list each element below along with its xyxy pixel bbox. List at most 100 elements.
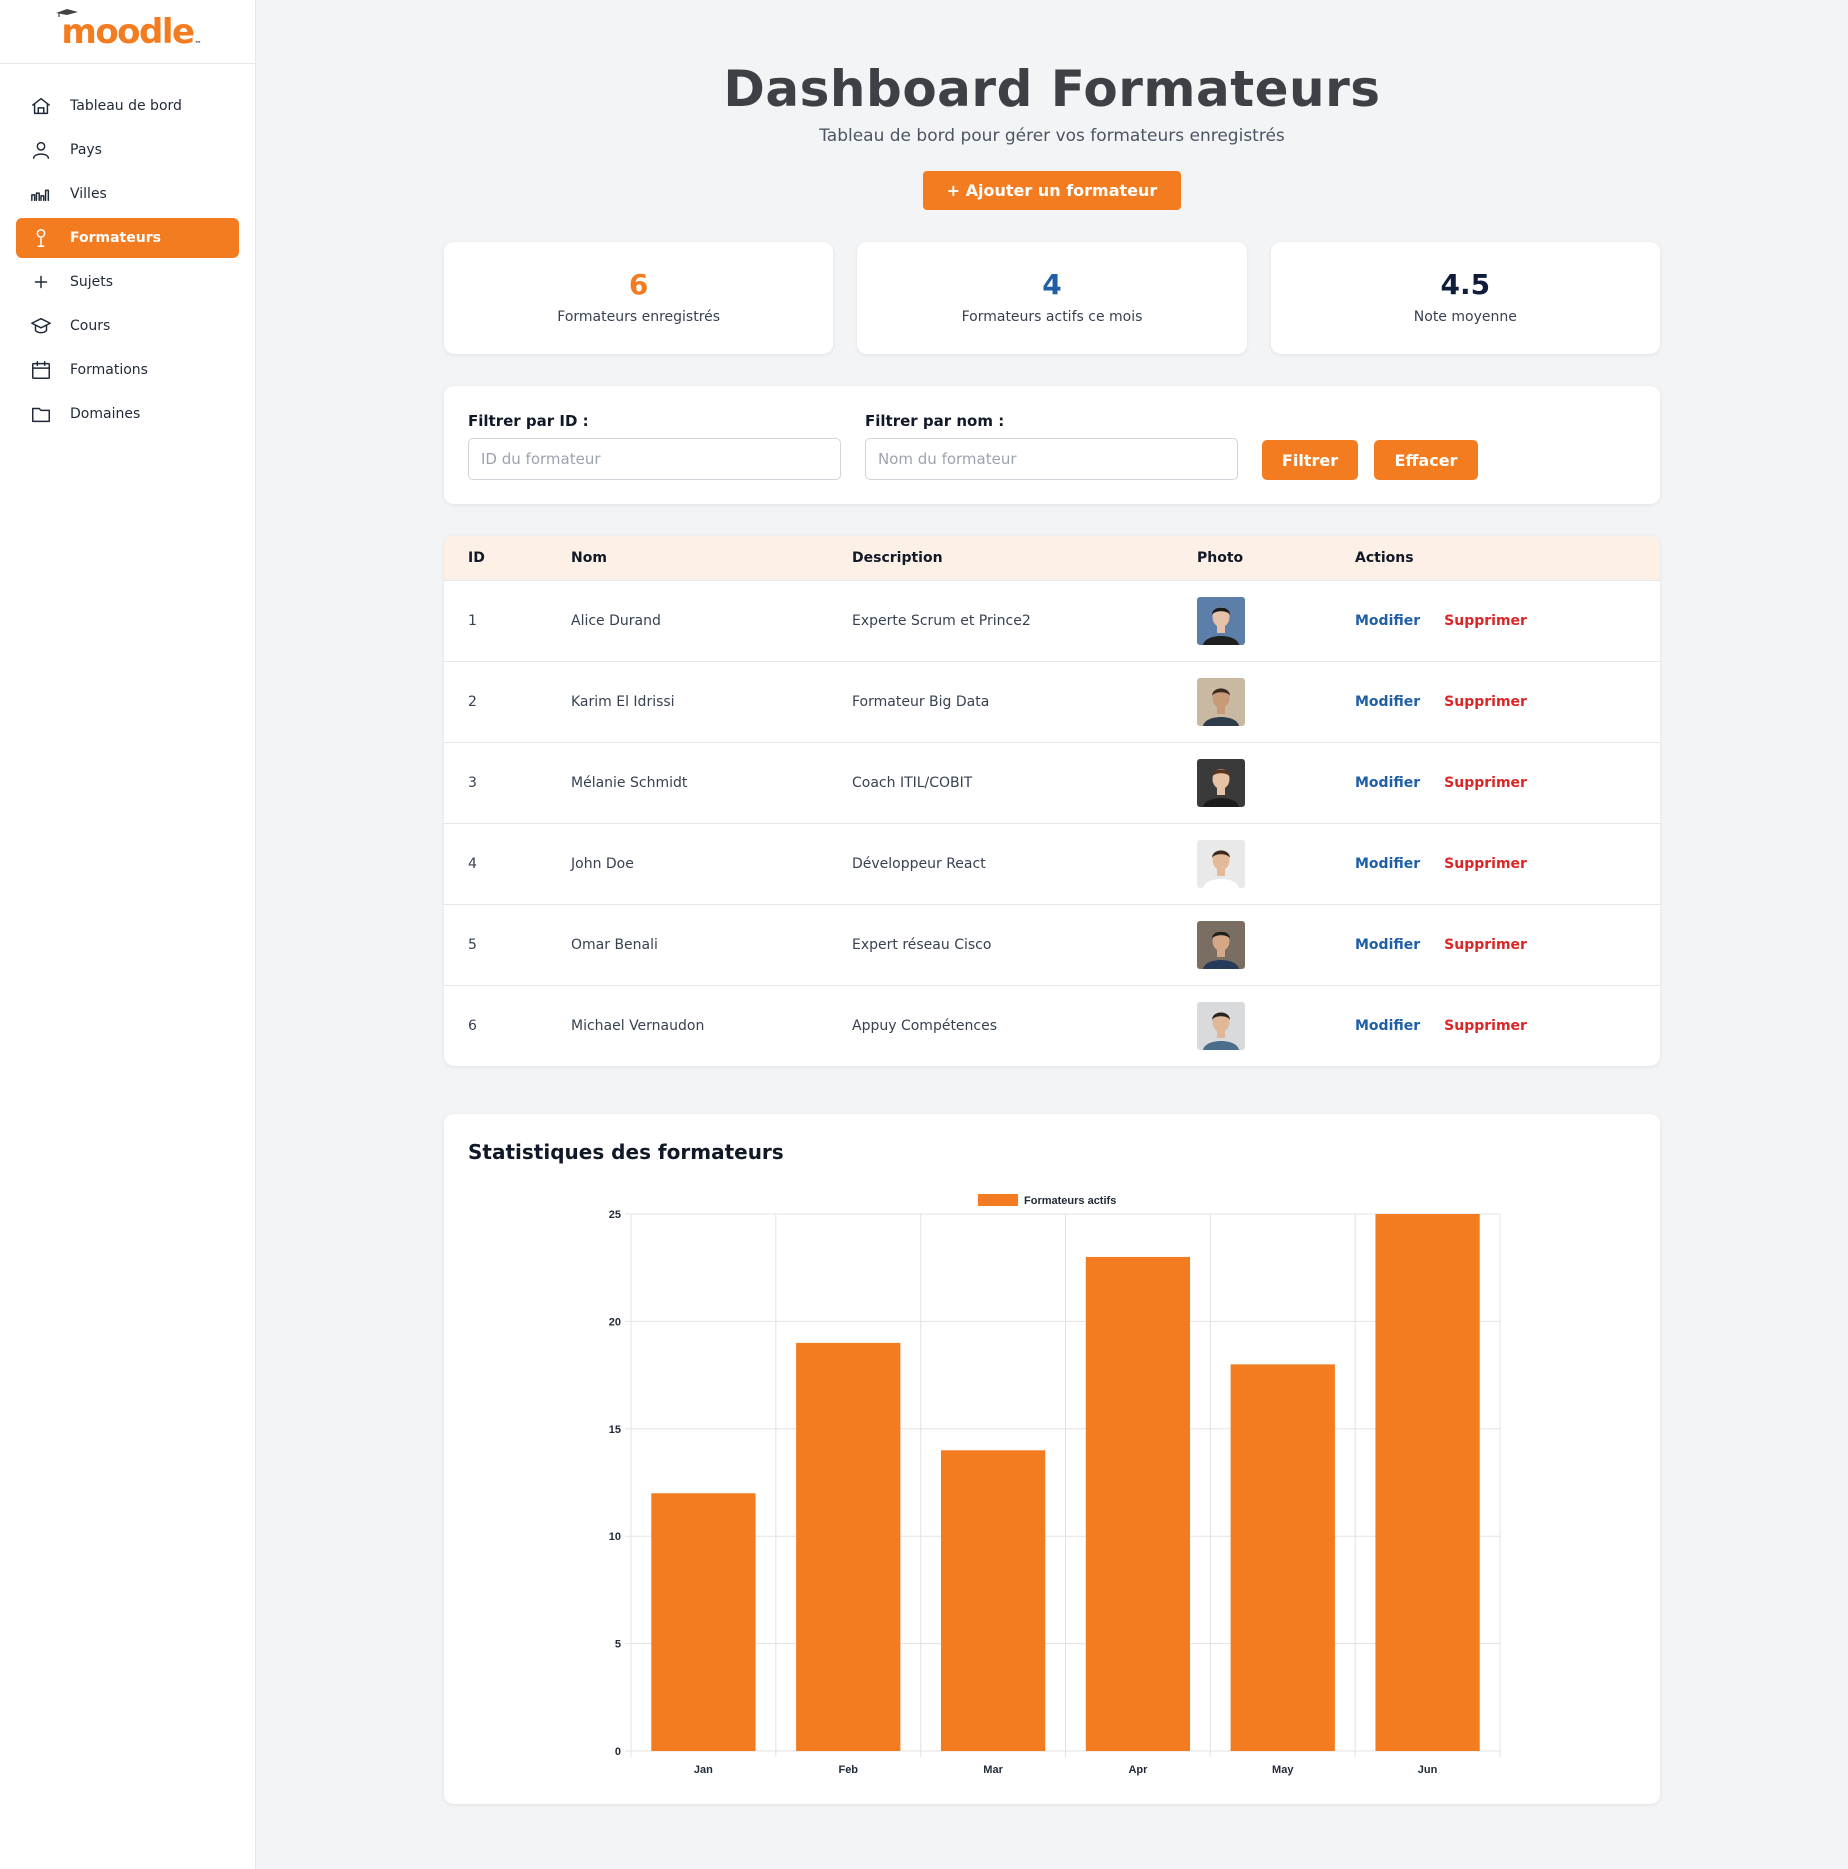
edit-link[interactable]: Modifier — [1355, 1018, 1420, 1034]
graduation-icon — [30, 315, 52, 337]
column-header-actions: Actions — [1355, 536, 1660, 581]
avatar — [1197, 920, 1245, 969]
sidebar-item-label: Domaines — [70, 406, 141, 422]
sidebar-item-formations[interactable]: Formations — [16, 350, 239, 390]
x-tick-label: Mar — [983, 1764, 1003, 1776]
edit-link[interactable]: Modifier — [1355, 694, 1420, 710]
x-tick-label: Jun — [1418, 1764, 1438, 1776]
user-icon — [30, 139, 52, 161]
x-tick-label: May — [1272, 1764, 1294, 1776]
table-row: 4 John Doe Développeur React Modifier Suppri… — [444, 823, 1660, 905]
cell-actions: Modifier Supprimer — [1355, 985, 1660, 1066]
sidebar-item-cours[interactable]: Cours — [16, 306, 239, 346]
cell-id: 3 — [444, 742, 571, 824]
legend-label: Formateurs actifs — [1024, 1195, 1116, 1207]
calendar-icon — [30, 359, 52, 381]
sidebar-item-domaines[interactable]: Domaines — [16, 394, 239, 434]
filter-id-input[interactable] — [468, 438, 841, 480]
stat-value: 4.5 — [1440, 268, 1491, 301]
delete-link[interactable]: Supprimer — [1444, 856, 1527, 872]
cell-description: Experte Scrum et Prince2 — [852, 580, 1197, 662]
graduation-cap-icon — [56, 8, 79, 17]
sidebar-item-tableau-de-bord[interactable]: Tableau de bord — [16, 86, 239, 126]
cell-photo — [1197, 823, 1355, 905]
column-header-id: ID — [444, 536, 571, 581]
filter-name-input[interactable] — [865, 438, 1238, 480]
filter-button[interactable]: Filtrer — [1262, 440, 1358, 480]
cell-nom: Michael Vernaudon — [571, 1017, 705, 1034]
sidebar-item-label: Cours — [70, 318, 111, 334]
page-subtitle: Tableau de bord pour gérer vos formateur… — [819, 126, 1285, 146]
cell-actions: Modifier Supprimer — [1355, 661, 1660, 743]
cell-photo — [1197, 661, 1355, 743]
sidebar-nav: Tableau de bord Pays Villes Formateurs S… — [0, 64, 255, 460]
sidebar-item-sujets[interactable]: Sujets — [16, 262, 239, 302]
cell-photo — [1197, 985, 1355, 1066]
y-tick-label: 10 — [609, 1531, 621, 1543]
cell-photo — [1197, 742, 1355, 824]
cell-description: Appuy Compétences — [852, 1017, 998, 1034]
home-icon — [30, 95, 52, 117]
table-header-row: ID Nom Description Photo Actions — [444, 536, 1660, 581]
edit-link[interactable]: Modifier — [1355, 937, 1420, 953]
pin-icon — [30, 227, 52, 249]
cell-actions: Modifier Supprimer — [1355, 823, 1660, 905]
x-tick-label: Feb — [838, 1764, 858, 1776]
filter-name-label: Filtrer par nom : — [865, 412, 1005, 430]
table-row: 3 Mélanie Schmidt Coach ITIL/COBIT Modifier… — [444, 742, 1660, 824]
y-tick-label: 0 — [615, 1746, 621, 1758]
bar — [1375, 1214, 1480, 1751]
sidebar-item-villes[interactable]: Villes — [16, 174, 239, 214]
delete-link[interactable]: Supprimer — [1444, 613, 1527, 629]
city-icon — [30, 183, 52, 205]
cell-id: 2 — [444, 661, 571, 743]
edit-link[interactable]: Modifier — [1355, 775, 1420, 791]
delete-link[interactable]: Supprimer — [1444, 1018, 1527, 1034]
cell-id: 5 — [444, 904, 571, 986]
logo[interactable]: moodle ™ — [0, 0, 255, 64]
cell-nom: John Doe — [571, 823, 852, 905]
bar — [1085, 1256, 1191, 1751]
formateurs-table: ID Nom Description Photo Actions 1 Alice … — [444, 536, 1660, 1066]
table-row: 1 Alice Durand Experte Scrum et Prince2 Mod… — [444, 580, 1660, 662]
avatar — [1197, 677, 1245, 726]
cell-id: 4 — [444, 823, 571, 905]
chart-card: Statistiques des formateurs 0 5 10 15 20 25 Ja… — [444, 1114, 1660, 1804]
bar — [940, 1450, 1046, 1751]
filter-id-label: Filtrer par ID : — [468, 412, 589, 430]
sidebar-item-pays[interactable]: Pays — [16, 130, 239, 170]
cell-description: Formateur Big Data — [852, 661, 1197, 743]
bar-chart: 0 5 10 15 20 25 Jan Feb Mar Apr May Jun Formateurs a… — [609, 1194, 1501, 1776]
edit-link[interactable]: Modifier — [1355, 613, 1420, 629]
page-title: Dashboard Formateurs — [723, 60, 1381, 118]
x-tick-label: Jan — [694, 1764, 713, 1776]
plus-icon — [30, 271, 52, 293]
bar — [796, 1342, 901, 1751]
delete-link[interactable]: Supprimer — [1444, 775, 1527, 791]
clear-button[interactable]: Effacer — [1374, 440, 1478, 480]
y-tick-label: 5 — [615, 1639, 621, 1651]
cell-description: Coach ITIL/COBIT — [852, 742, 1197, 824]
avatar — [1197, 1001, 1245, 1050]
add-formateur-button[interactable]: + Ajouter un formateur — [922, 171, 1182, 210]
edit-link[interactable]: Modifier — [1355, 856, 1420, 872]
y-tick-label: 20 — [609, 1316, 621, 1328]
filter-card: Filtrer par ID : Filtrer par nom : Filtr… — [444, 386, 1660, 504]
table-row: 5 Omar Benali Expert réseau Cisco Modifier S… — [444, 904, 1660, 986]
stat-label: Formateurs actifs ce mois — [961, 309, 1143, 325]
formateurs-table-card: ID Nom Description Photo Actions 1 Alice … — [444, 536, 1660, 1066]
cell-nom: Mélanie Schmidt — [571, 742, 852, 824]
delete-link[interactable]: Supprimer — [1444, 694, 1527, 710]
y-tick-label: 25 — [609, 1209, 621, 1221]
logo-text: moodle — [61, 11, 195, 52]
sidebar-item-formateurs[interactable]: Formateurs — [16, 218, 239, 258]
stat-card-rating: 4.5 Note moyenne — [1270, 242, 1660, 354]
cell-nom: Karim El Idrissi — [571, 661, 852, 743]
delete-link[interactable]: Supprimer — [1444, 937, 1527, 953]
sidebar-item-label: Formateurs — [70, 230, 161, 246]
column-header-nom: Nom — [571, 536, 852, 581]
bar — [651, 1493, 756, 1751]
bar — [1230, 1364, 1335, 1751]
stat-value: 4 — [1042, 268, 1062, 301]
stat-label: Formateurs enregistrés — [557, 309, 721, 325]
